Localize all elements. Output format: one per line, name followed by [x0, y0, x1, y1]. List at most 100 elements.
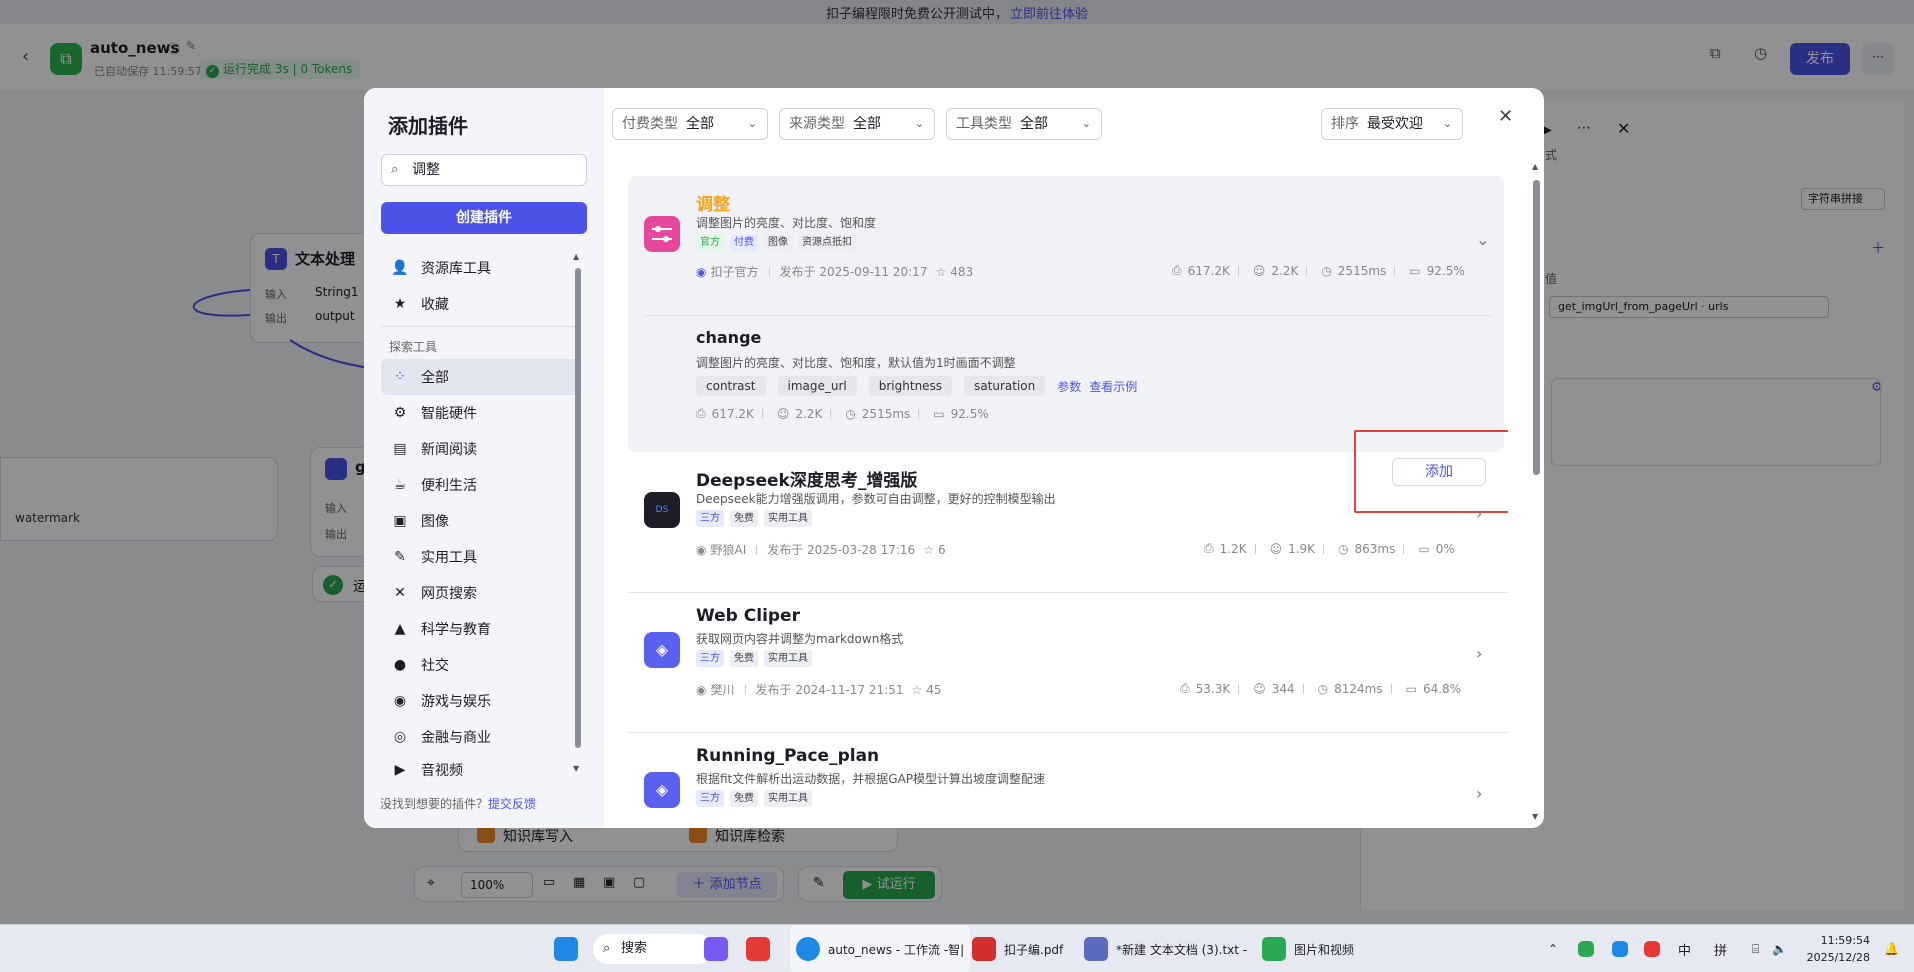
sidebar-item-media[interactable]: ▶ 音视频: [381, 755, 581, 785]
clock-time: 11:59:54: [1820, 934, 1870, 947]
sidebar-item-utilities[interactable]: ✎ 实用工具: [381, 539, 581, 575]
pdf-icon: [972, 937, 996, 961]
modal-sidebar: 添加插件 ⌕ 调整 创建插件 👤 资源库工具 ★ 收藏 探索工具 ⁘ 全部 ⚙ 智能硬件…: [364, 88, 604, 828]
tool-type-select[interactable]: 工具类型 全部 ⌄: [946, 108, 1102, 140]
download-icon: ⎙: [1172, 263, 1182, 277]
filter-value: 全部: [853, 116, 881, 132]
sidebar-item-science[interactable]: ▲ 科学与教育: [381, 611, 581, 647]
search-icon: ⌕: [603, 941, 611, 956]
tool-name: change: [696, 328, 762, 347]
success-icon: ▭: [933, 406, 945, 421]
wrench-icon: ✎: [394, 549, 406, 565]
plugin-stars: 45: [926, 682, 942, 697]
network-icon[interactable]: ⌸: [1752, 925, 1759, 972]
plugin-header-adjust[interactable]: 调整 调整图片的亮度、对比度、饱和度 官方 付费 图像 资源点抵扣 ◉ 扣子官方…: [628, 176, 1504, 316]
bot-icon: ☺: [1253, 681, 1266, 696]
chevron-right-icon[interactable]: ›: [1476, 644, 1482, 663]
scroll-up-icon[interactable]: ▲: [1532, 162, 1538, 171]
param-tag: contrast: [696, 376, 766, 396]
example-link[interactable]: 查看示例: [1089, 378, 1137, 395]
plugin-author: 扣子官方: [710, 265, 759, 279]
plugin-published: 发布于 2025-09-11 20:17: [779, 265, 928, 279]
video-icon: ▶: [394, 762, 406, 778]
sidebar-item-life[interactable]: ☕ 便利生活: [381, 467, 581, 503]
search-value: 调整: [412, 162, 440, 178]
start-button[interactable]: [554, 925, 578, 972]
tray-expand-icon[interactable]: ⌃: [1548, 925, 1558, 972]
taskbar-notepad[interactable]: *新建 文本文档 (3).txt -: [1084, 925, 1247, 972]
ime-pinyin[interactable]: 拼: [1714, 925, 1727, 972]
tray-wechat-icon[interactable]: [1578, 925, 1594, 972]
sidebar-item-library-tools[interactable]: 👤 资源库工具: [381, 250, 581, 286]
tray-app-icon[interactable]: [1612, 925, 1628, 972]
taskbar-app-wps[interactable]: [746, 925, 778, 972]
sidebar-item-games[interactable]: ◉ 游戏与娱乐: [381, 683, 581, 719]
sidebar-item-label: 收藏: [421, 297, 449, 313]
plugin-desc: 调整图片的亮度、对比度、饱和度: [696, 216, 877, 230]
sidebar-item-social[interactable]: ● 社交: [381, 647, 581, 683]
notification-icon[interactable]: 🔔: [1884, 925, 1899, 972]
taskbar-pdf-title: 扣子编.pdf: [1004, 942, 1064, 957]
plugin-stats: ⎙ 617.2K ☺ 2.2K ◷ 2515ms ▭ 92.5%: [1166, 263, 1465, 278]
plugin-card-deepseek[interactable]: DS Deepseek深度思考_增强版 Deepseek能力增强版调用，参数可自…: [628, 452, 1504, 592]
scroll-down-icon[interactable]: ▼: [573, 764, 579, 773]
wechat-icon: [1262, 937, 1286, 961]
plugin-name: Web Cliper: [696, 606, 800, 626]
sidebar-item-image[interactable]: ▣ 图像: [381, 503, 581, 539]
sidebar-item-label: 智能硬件: [421, 406, 477, 422]
sidebar-item-smart-hardware[interactable]: ⚙ 智能硬件: [381, 395, 581, 431]
taskbar-edge[interactable]: auto_news - 工作流 -智|: [790, 925, 971, 972]
plugin-name: Running_Pace_plan: [696, 746, 880, 766]
volume-icon[interactable]: 🔈: [1772, 925, 1787, 972]
tool-params: contrast image_url brightness saturation…: [696, 376, 1137, 396]
bot-icon: ☺: [1252, 263, 1266, 278]
chevron-down-icon[interactable]: ⌄: [1476, 230, 1489, 249]
feedback-link[interactable]: 提交反馈: [488, 797, 536, 811]
ime-chinese[interactable]: 中: [1678, 925, 1691, 972]
pay-type-select[interactable]: 付费类型 全部 ⌄: [612, 108, 768, 140]
wps-icon: [746, 937, 770, 961]
sidebar-item-news[interactable]: ▤ 新闻阅读: [381, 431, 581, 467]
download-icon: ⎙: [1204, 541, 1214, 555]
chevron-right-icon[interactable]: ›: [1476, 784, 1482, 803]
plugin-author: 樊川: [710, 683, 735, 697]
tag-official: 官方: [696, 234, 724, 251]
sidebar-item-web-search[interactable]: ✕ 网页搜索: [381, 575, 581, 611]
scroll-up-icon[interactable]: ▲: [573, 252, 579, 261]
sidebar-item-label: 实用工具: [421, 550, 477, 566]
taskbar-edge-title: auto_news - 工作流 -智|: [828, 942, 965, 957]
star-icon: ☆: [911, 682, 923, 697]
chevron-down-icon: ⌄: [1081, 117, 1091, 130]
plugin-stars: 6: [937, 542, 946, 557]
sidebar-scrollbar[interactable]: [575, 268, 581, 748]
taskbar-app-ps[interactable]: [704, 925, 736, 972]
plugin-card-running-pace[interactable]: ◈ Running_Pace_plan 根据fit文件解析出运动数据，并根据GA…: [628, 732, 1504, 826]
bot-icon: ☺: [1269, 541, 1283, 556]
taskbar-wechat[interactable]: 图片和视频: [1262, 925, 1354, 972]
plugin-search-input[interactable]: ⌕ 调整: [381, 154, 587, 186]
sidebar-item-label: 金融与商业: [421, 730, 491, 746]
stat-bots: 2.2K: [795, 406, 823, 421]
app-icon: [1644, 941, 1660, 957]
create-plugin-button[interactable]: 创建插件: [381, 202, 587, 234]
network-icon: ✕: [394, 585, 406, 601]
taskbar-search[interactable]: ⌕ 搜索: [593, 934, 713, 964]
system-clock[interactable]: 11:59:54 2025/12/28: [1802, 932, 1870, 966]
source-type-select[interactable]: 来源类型 全部 ⌄: [779, 108, 935, 140]
plugin-meta: ◉ 野狼AI 发布于 2025-03-28 17:16 ☆ 6: [696, 541, 946, 558]
close-icon[interactable]: ✕: [1498, 106, 1513, 127]
tray-app-icon[interactable]: [1644, 925, 1660, 972]
chevron-right-icon[interactable]: ›: [1476, 504, 1482, 523]
sidebar-item-favorites[interactable]: ★ 收藏: [381, 286, 581, 322]
params-link[interactable]: 参数: [1057, 378, 1081, 395]
plugin-card-webcliper[interactable]: ◈ Web Cliper 获取网页内容并调整为markdown格式 三方 免费 …: [628, 592, 1504, 732]
results-scrollbar[interactable]: [1533, 180, 1540, 475]
tag-image: 图像: [764, 234, 792, 251]
sidebar-item-finance[interactable]: ◎ 金融与商业: [381, 719, 581, 755]
sort-select[interactable]: 排序 最受欢迎 ⌄: [1321, 108, 1463, 140]
sidebar-item-label: 音视频: [421, 763, 463, 779]
scroll-down-icon[interactable]: ▼: [1532, 812, 1538, 821]
author-avatar-icon: ◉: [696, 542, 707, 557]
taskbar-pdf[interactable]: 扣子编.pdf: [972, 925, 1063, 972]
sidebar-item-all[interactable]: ⁘ 全部: [381, 359, 581, 395]
